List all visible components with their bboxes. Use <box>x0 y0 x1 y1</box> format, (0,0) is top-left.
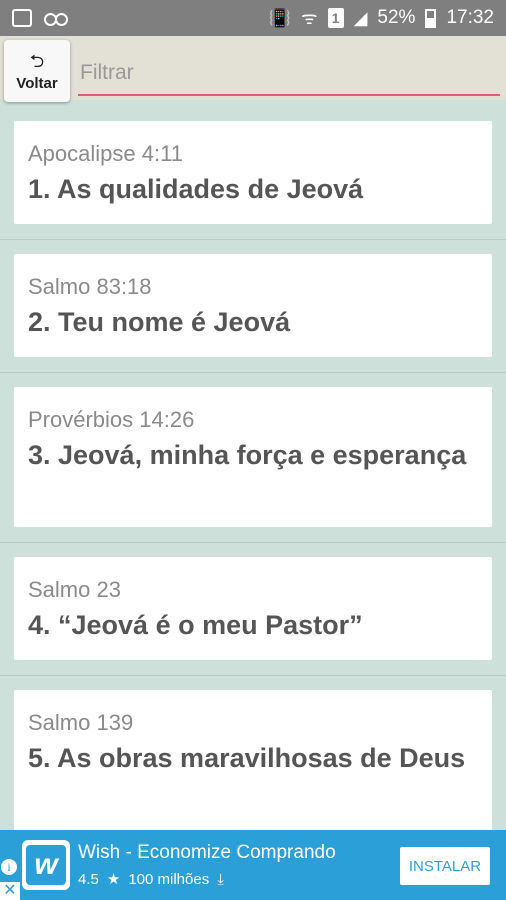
install-button[interactable]: INSTALAR <box>400 847 490 885</box>
item-reference: Apocalipse 4:11 <box>28 141 183 166</box>
item-reference: Provérbios 14:26 <box>28 407 195 432</box>
battery-percent: 52% <box>377 7 416 28</box>
item-reference: Salmo 139 <box>28 710 134 735</box>
sim-icon: 1 <box>327 8 344 28</box>
item-title: 2. Teu nome é Jeová <box>28 307 291 337</box>
list-item[interactable]: Provérbios 14:26 3. Jeová, minha força e… <box>14 387 492 527</box>
back-label: Voltar <box>16 74 58 92</box>
divider <box>0 675 506 676</box>
filter-input[interactable] <box>78 52 500 96</box>
list-item[interactable]: Salmo 23 4. “Jeová é o meu Pastor” <box>14 557 492 660</box>
divider <box>0 239 506 240</box>
wish-logo-icon[interactable]: w <box>22 840 70 890</box>
item-reference: Salmo 23 <box>28 577 121 602</box>
back-arrow-icon: ⮌ <box>29 50 45 71</box>
divider <box>0 542 506 543</box>
list-item[interactable]: Salmo 139 5. As obras maravilhosas de De… <box>14 690 492 840</box>
download-icon: ⤓ <box>217 870 224 888</box>
ad-rating: 4.5 <box>78 870 99 888</box>
clock: 17:32 <box>446 7 494 28</box>
item-title: 4. “Jeová é o meu Pastor” <box>28 610 363 640</box>
toolbar: ⮌ Voltar <box>0 36 506 102</box>
list-item[interactable]: Apocalipse 4:11 1. As qualidades de Jeov… <box>14 121 492 224</box>
ad-meta: 4.5 ★ 100 milhões ⤓ <box>78 870 224 889</box>
ad-downloads: 100 milhões <box>128 870 210 888</box>
ad-app-name: Wish - Economize Comprando <box>78 842 336 863</box>
vibrate-icon: 📳 <box>268 7 292 28</box>
divider <box>0 372 506 373</box>
back-button[interactable]: ⮌ Voltar <box>4 40 70 102</box>
list-item[interactable]: Salmo 83:18 2. Teu nome é Jeová <box>14 254 492 357</box>
signal-icon: ◢ <box>353 7 368 28</box>
star-icon: ★ <box>106 871 121 888</box>
image-icon <box>12 9 32 27</box>
wifi-icon: ᯤ <box>301 8 318 28</box>
ad-close-icon[interactable]: ✕ <box>0 882 20 900</box>
item-title: 5. As obras maravilhosas de Deus <box>28 743 466 773</box>
ad-banner[interactable]: i ✕ w Wish - Economize Comprando 4.5 ★ 1… <box>0 830 506 900</box>
voicemail-icon <box>44 9 68 27</box>
wish-logo-letter: w <box>26 845 66 885</box>
item-reference: Salmo 83:18 <box>28 274 152 299</box>
status-bar: 📳 ᯤ 1 ◢ 52% 17:32 <box>0 0 506 36</box>
ad-info-icon[interactable]: i <box>0 858 18 876</box>
item-title: 1. As qualidades de Jeová <box>28 174 364 204</box>
item-title: 3. Jeová, minha força e esperança <box>28 440 467 470</box>
battery-icon <box>425 8 437 28</box>
